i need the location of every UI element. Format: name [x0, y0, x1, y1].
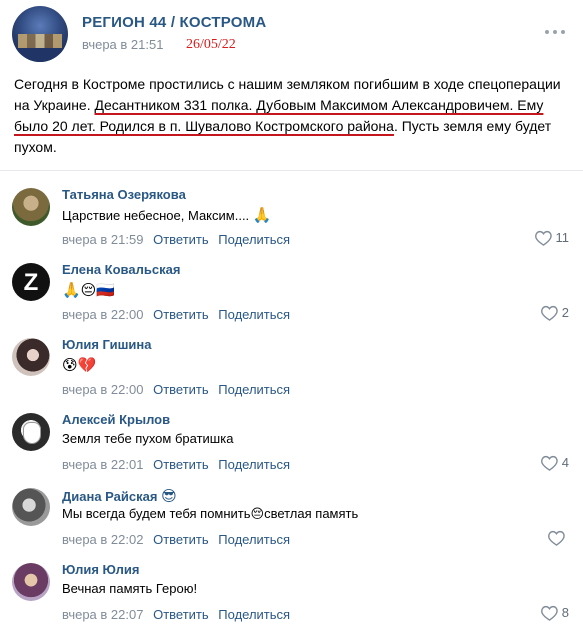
- like-count: 11: [555, 230, 570, 245]
- avatar-letter: Z: [23, 269, 39, 296]
- avatar[interactable]: [12, 188, 50, 226]
- reply-button[interactable]: Ответить: [153, 532, 209, 547]
- comment-author[interactable]: Юлия Юлия: [62, 562, 139, 577]
- comment-emoji: 😰💔: [62, 357, 97, 374]
- comment-time[interactable]: вчера в 22:00: [62, 382, 143, 397]
- comment-time[interactable]: вчера в 22:07: [62, 607, 143, 622]
- post-text: Сегодня в Костроме простились с нашим зе…: [14, 74, 574, 158]
- comment-time[interactable]: вчера в 21:59: [62, 232, 143, 247]
- share-button[interactable]: Поделиться: [218, 607, 290, 622]
- avatar[interactable]: [12, 413, 50, 451]
- comment-meta: вчера в 22:02 Ответить Поделиться: [62, 532, 290, 547]
- comment-text: Царствие небесное, Максим.... 🙏: [62, 207, 272, 224]
- reply-button[interactable]: Ответить: [153, 382, 209, 397]
- reply-button[interactable]: Ответить: [153, 457, 209, 472]
- heart-icon: [540, 305, 558, 321]
- comment-meta: вчера в 22:00 Ответить Поделиться: [62, 382, 290, 397]
- comment-emoji: 🙏😔🇷🇺: [62, 282, 115, 299]
- comment-author[interactable]: Диана Райская 😎: [62, 487, 177, 505]
- comment-time[interactable]: вчера в 22:00: [62, 307, 143, 322]
- like-button[interactable]: 11: [534, 230, 570, 248]
- sunglasses-emoji: 😎: [161, 488, 177, 505]
- avatar[interactable]: [12, 488, 50, 526]
- reply-button[interactable]: Ответить: [153, 232, 209, 247]
- heart-icon: [540, 605, 558, 621]
- comment-item: Юлия Юлия Вечная память Герою! вчера в 2…: [0, 555, 583, 629]
- share-button[interactable]: Поделиться: [218, 532, 290, 547]
- comment-author[interactable]: Татьяна Озерякова: [62, 187, 186, 202]
- post-timestamp[interactable]: вчера в 21:51: [82, 37, 163, 52]
- comment-meta: вчера в 21:59 Ответить Поделиться: [62, 232, 290, 247]
- group-avatar[interactable]: [12, 6, 68, 62]
- comment-item: Юлия Гишина 😰💔 вчера в 22:00 Ответить По…: [0, 330, 583, 404]
- comment-item: Татьяна Озерякова Царствие небесное, Мак…: [0, 180, 583, 254]
- comment-meta: вчера в 22:01 Ответить Поделиться: [62, 457, 290, 472]
- comment-time[interactable]: вчера в 22:01: [62, 457, 143, 472]
- comment-item: Диана Райская 😎 Мы всегда будем тебя пом…: [0, 480, 583, 554]
- heart-icon: [534, 230, 552, 246]
- comment-text: Мы всегда будем тебя помнить😔светлая пам…: [62, 506, 359, 521]
- comment-text: Земля тебе пухом братишка: [62, 431, 234, 446]
- like-count: 8: [561, 605, 569, 620]
- share-button[interactable]: Поделиться: [218, 382, 290, 397]
- like-count: 2: [561, 305, 569, 320]
- comment-author[interactable]: Юлия Гишина: [62, 337, 151, 352]
- share-button[interactable]: Поделиться: [218, 232, 290, 247]
- more-options-icon[interactable]: [545, 30, 567, 36]
- comment-author[interactable]: Елена Ковальская: [62, 262, 180, 277]
- like-button[interactable]: 4: [540, 455, 569, 473]
- heart-icon: [548, 530, 565, 546]
- heart-icon: [540, 455, 558, 471]
- comment-author-name[interactable]: Диана Райская: [62, 489, 157, 504]
- comment-author[interactable]: Алексей Крылов: [62, 412, 170, 427]
- like-button[interactable]: 8: [540, 605, 569, 623]
- avatar[interactable]: Z: [12, 263, 50, 301]
- comment-meta: вчера в 22:07 Ответить Поделиться: [62, 607, 290, 622]
- comment-text: Вечная память Герою!: [62, 581, 198, 596]
- avatar[interactable]: [12, 338, 50, 376]
- reply-button[interactable]: Ответить: [153, 307, 209, 322]
- comment-item: Z Елена Ковальская 🙏😔🇷🇺 вчера в 22:00 От…: [0, 255, 583, 329]
- like-button[interactable]: [548, 530, 569, 548]
- post-header: РЕГИОН 44 / КОСТРОМА вчера в 21:51 26/05…: [0, 0, 583, 68]
- group-name-link[interactable]: РЕГИОН 44 / КОСТРОМА: [82, 14, 266, 31]
- comment-item: Алексей Крылов Земля тебе пухом братишка…: [0, 405, 583, 479]
- comment-meta: вчера в 22:00 Ответить Поделиться: [62, 307, 290, 322]
- avatar[interactable]: [12, 563, 50, 601]
- like-count: 4: [561, 455, 569, 470]
- comments-divider: [0, 170, 583, 171]
- like-button[interactable]: 2: [540, 305, 569, 323]
- avatar-city-image: [18, 34, 62, 48]
- mask-icon: [23, 422, 41, 444]
- avatar-water-image: [12, 48, 68, 62]
- share-button[interactable]: Поделиться: [218, 307, 290, 322]
- praying-hands-emoji: 🙏: [252, 207, 272, 224]
- share-button[interactable]: Поделиться: [218, 457, 290, 472]
- reply-button[interactable]: Ответить: [153, 607, 209, 622]
- date-stamp-annotation: 26/05/22: [186, 37, 236, 52]
- comment-time[interactable]: вчера в 22:02: [62, 532, 143, 547]
